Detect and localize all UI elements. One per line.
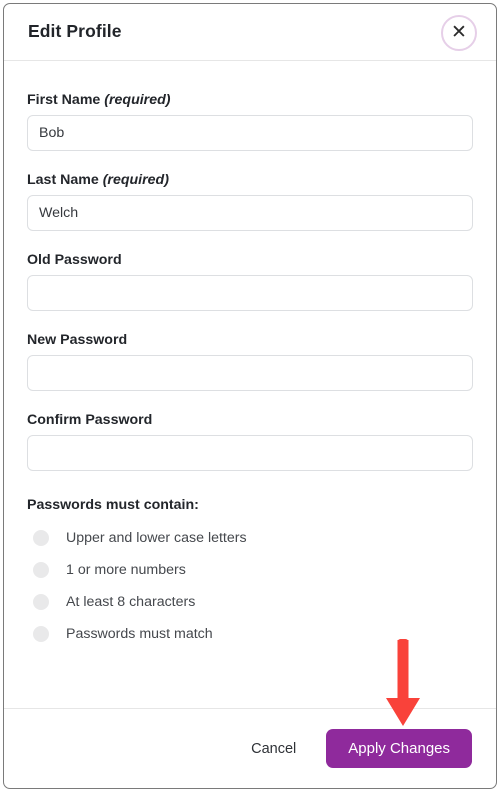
requirement-label: At least 8 characters — [66, 594, 196, 610]
requirement-status-dot-icon — [33, 530, 49, 546]
apply-changes-button[interactable]: Apply Changes — [326, 729, 472, 768]
field-label-text: Confirm Password — [27, 412, 153, 428]
requirement-status-dot-icon — [33, 594, 49, 610]
requirement-label: 1 or more numbers — [66, 562, 186, 578]
field-old-password: Old Password — [27, 252, 473, 311]
field-first-name: First Name (required) — [27, 92, 473, 151]
field-last-name: Last Name (required) — [27, 172, 473, 231]
requirement-label: Passwords must match — [66, 626, 213, 642]
modal-body: First Name (required) Last Name (require… — [4, 61, 496, 708]
requirement-item: At least 8 characters — [27, 586, 473, 618]
field-confirm-password: Confirm Password — [27, 412, 473, 471]
requirement-item: Passwords must match — [27, 618, 473, 650]
field-label-text: Old Password — [27, 252, 122, 268]
field-label-new-password: New Password — [27, 332, 473, 348]
cancel-button[interactable]: Cancel — [247, 733, 300, 765]
password-requirements: Passwords must contain: Upper and lower … — [27, 497, 473, 650]
field-label-text: First Name — [27, 92, 101, 108]
password-requirements-title: Passwords must contain: — [27, 497, 199, 513]
field-label-confirm-password: Confirm Password — [27, 412, 473, 428]
requirement-item: 1 or more numbers — [27, 554, 473, 586]
requirement-status-dot-icon — [33, 562, 49, 578]
requirement-status-dot-icon — [33, 626, 49, 642]
field-label-old-password: Old Password — [27, 252, 473, 268]
field-label-text: New Password — [27, 332, 128, 348]
modal-header: Edit Profile ✕ — [4, 4, 496, 61]
first-name-input[interactable] — [27, 115, 473, 151]
confirm-password-input[interactable] — [27, 435, 473, 471]
field-required-marker: (required) — [98, 172, 169, 188]
last-name-input[interactable] — [27, 195, 473, 231]
field-required-marker: (required) — [100, 92, 171, 108]
new-password-input[interactable] — [27, 355, 473, 391]
field-new-password: New Password — [27, 332, 473, 391]
modal-footer: Cancel Apply Changes — [4, 708, 496, 788]
page-title: Edit Profile — [28, 21, 122, 41]
edit-profile-modal: Edit Profile ✕ First Name (required) Las… — [3, 3, 497, 789]
field-label-first-name: First Name (required) — [27, 92, 473, 108]
old-password-input[interactable] — [27, 275, 473, 311]
close-icon: ✕ — [451, 21, 467, 43]
field-label-text: Last Name — [27, 172, 99, 188]
field-label-last-name: Last Name (required) — [27, 172, 473, 188]
requirement-label: Upper and lower case letters — [66, 530, 247, 546]
requirement-item: Upper and lower case letters — [27, 522, 473, 554]
close-button[interactable]: ✕ — [441, 15, 477, 51]
